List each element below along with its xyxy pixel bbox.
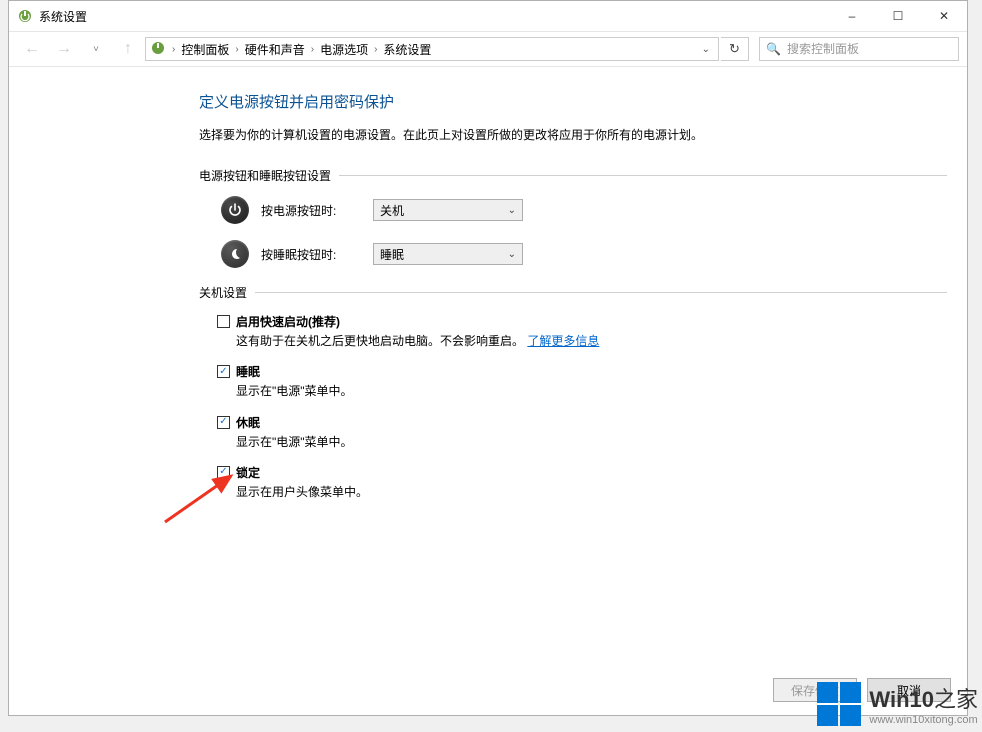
option-fast-startup: 启用快速启动(推荐) 这有助于在关机之后更快地启动电脑。不会影响重启。 了解更多… <box>217 313 947 351</box>
sleep-button-combo[interactable]: 睡眠 ⌄ <box>373 243 523 265</box>
content-area: 定义电源按钮并启用密码保护 选择要为你的计算机设置的电源设置。在此页上对设置所做… <box>9 67 967 665</box>
power-icon <box>221 196 249 224</box>
option-description: 显示在"电源"菜单中。 <box>236 382 947 401</box>
checkbox-sleep[interactable]: ✓ <box>217 365 230 378</box>
checkbox-fast-startup[interactable] <box>217 315 230 328</box>
cancel-button[interactable]: 取消 <box>867 678 951 702</box>
save-button[interactable]: 保存修改 <box>773 678 857 702</box>
power-button-combo[interactable]: 关机 ⌄ <box>373 199 523 221</box>
option-description: 显示在"电源"菜单中。 <box>236 433 947 452</box>
breadcrumb-item[interactable]: 系统设置 <box>383 41 431 58</box>
system-settings-window: 系统设置 – ☐ ✕ ← → ˅ ↑ › 控制面板 › 硬件和声音 › 电源选项… <box>8 0 968 716</box>
page-description: 选择要为你的计算机设置的电源设置。在此页上对设置所做的更改将应用于你所有的电源计… <box>199 126 947 145</box>
checkbox-hibernate[interactable]: ✓ <box>217 416 230 429</box>
power-button-label: 按电源按钮时: <box>261 202 361 219</box>
sleep-icon <box>221 240 249 268</box>
option-lock: ✓ 锁定 显示在用户头像菜单中。 <box>217 464 947 502</box>
chevron-right-icon: › <box>311 44 314 55</box>
chevron-right-icon: › <box>374 44 377 55</box>
group-power-sleep-buttons: 电源按钮和睡眠按钮设置 <box>199 167 947 184</box>
recent-locations-button[interactable]: ˅ <box>81 35 111 63</box>
sleep-button-label: 按睡眠按钮时: <box>261 246 361 263</box>
search-input[interactable] <box>787 42 952 56</box>
learn-more-link[interactable]: 了解更多信息 <box>527 334 599 348</box>
window-title: 系统设置 <box>39 8 87 25</box>
power-options-icon <box>17 8 33 24</box>
maximize-button[interactable]: ☐ <box>875 1 921 31</box>
chevron-right-icon: › <box>172 44 175 55</box>
breadcrumb-item[interactable]: 控制面板 <box>181 41 229 58</box>
chevron-right-icon: › <box>235 44 238 55</box>
option-label: 休眠 <box>236 414 260 431</box>
option-label: 锁定 <box>236 464 260 481</box>
refresh-button[interactable]: ↻ <box>721 37 749 61</box>
option-sleep: ✓ 睡眠 显示在"电源"菜单中。 <box>217 363 947 401</box>
close-button[interactable]: ✕ <box>921 1 967 31</box>
chevron-down-icon: ⌄ <box>508 249 516 260</box>
option-description: 显示在用户头像菜单中。 <box>236 483 947 502</box>
forward-button[interactable]: → <box>49 35 79 63</box>
search-icon: 🔍 <box>766 42 781 56</box>
address-bar[interactable]: › 控制面板 › 硬件和声音 › 电源选项 › 系统设置 ⌄ <box>145 37 719 61</box>
minimize-button[interactable]: – <box>829 1 875 31</box>
option-label: 睡眠 <box>236 363 260 380</box>
titlebar: 系统设置 – ☐ ✕ <box>9 1 967 31</box>
option-hibernate: ✓ 休眠 显示在"电源"菜单中。 <box>217 414 947 452</box>
checkbox-lock[interactable]: ✓ <box>217 466 230 479</box>
bottom-button-bar: 保存修改 取消 <box>9 665 967 715</box>
breadcrumb-item[interactable]: 硬件和声音 <box>245 41 305 58</box>
chevron-down-icon: ⌄ <box>508 205 516 216</box>
sleep-button-row: 按睡眠按钮时: 睡眠 ⌄ <box>221 240 947 268</box>
group-shutdown-settings: 关机设置 <box>199 284 947 301</box>
power-button-row: 按电源按钮时: 关机 ⌄ <box>221 196 947 224</box>
breadcrumb-item[interactable]: 电源选项 <box>320 41 368 58</box>
search-box[interactable]: 🔍 <box>759 37 959 61</box>
up-button[interactable]: ↑ <box>113 35 143 63</box>
address-dropdown-icon[interactable]: ⌄ <box>698 44 714 55</box>
option-description: 这有助于在关机之后更快地启动电脑。不会影响重启。 了解更多信息 <box>236 332 947 351</box>
option-label: 启用快速启动(推荐) <box>236 313 340 330</box>
power-options-icon <box>150 40 166 59</box>
back-button[interactable]: ← <box>17 35 47 63</box>
page-heading: 定义电源按钮并启用密码保护 <box>199 91 947 112</box>
toolbar: ← → ˅ ↑ › 控制面板 › 硬件和声音 › 电源选项 › 系统设置 ⌄ ↻… <box>9 31 967 67</box>
